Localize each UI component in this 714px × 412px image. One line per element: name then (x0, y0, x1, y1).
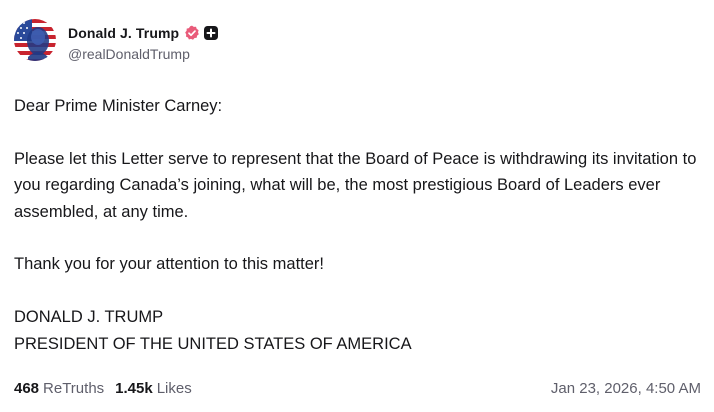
likes-count: 1.45k (115, 380, 153, 397)
post-header: Donald J. Trump @realDonaldTrump (14, 19, 219, 62)
plus-badge-icon (203, 25, 219, 41)
post-greeting: Dear Prime Minister Carney: (14, 97, 223, 115)
author-identity: Donald J. Trump @realDonaldTrump (68, 19, 219, 62)
post-card: Donald J. Trump @realDonaldTrump Dear Pr… (0, 0, 714, 412)
retruths-label: ReTruths (43, 380, 105, 397)
verified-badge-icon (184, 25, 200, 41)
likes-stat[interactable]: 1.45k Likes (115, 380, 192, 397)
author-display-name[interactable]: Donald J. Trump (68, 25, 179, 41)
avatar[interactable] (14, 19, 56, 61)
signature-title: PRESIDENT OF THE UNITED STATES OF AMERIC… (14, 334, 412, 353)
author-handle[interactable]: @realDonaldTrump (68, 46, 219, 62)
author-name-row: Donald J. Trump (68, 23, 219, 43)
signature-name: DONALD J. TRUMP (14, 308, 164, 327)
retruths-stat[interactable]: 468 ReTruths (14, 380, 104, 397)
post-footer: 468 ReTruths 1.45k Likes Jan 23, 2026, 4… (14, 380, 701, 397)
likes-label: Likes (156, 380, 192, 397)
post-timestamp[interactable]: Jan 23, 2026, 4:50 AM (551, 380, 701, 397)
post-body: Dear Prime Minister Carney: Please let t… (14, 93, 704, 357)
post-paragraph-1: Please let this Letter serve to represen… (14, 149, 697, 221)
post-paragraph-2: Thank you for your attention to this mat… (14, 255, 324, 274)
retruths-count: 468 (14, 380, 40, 397)
avatar-image (14, 19, 56, 61)
